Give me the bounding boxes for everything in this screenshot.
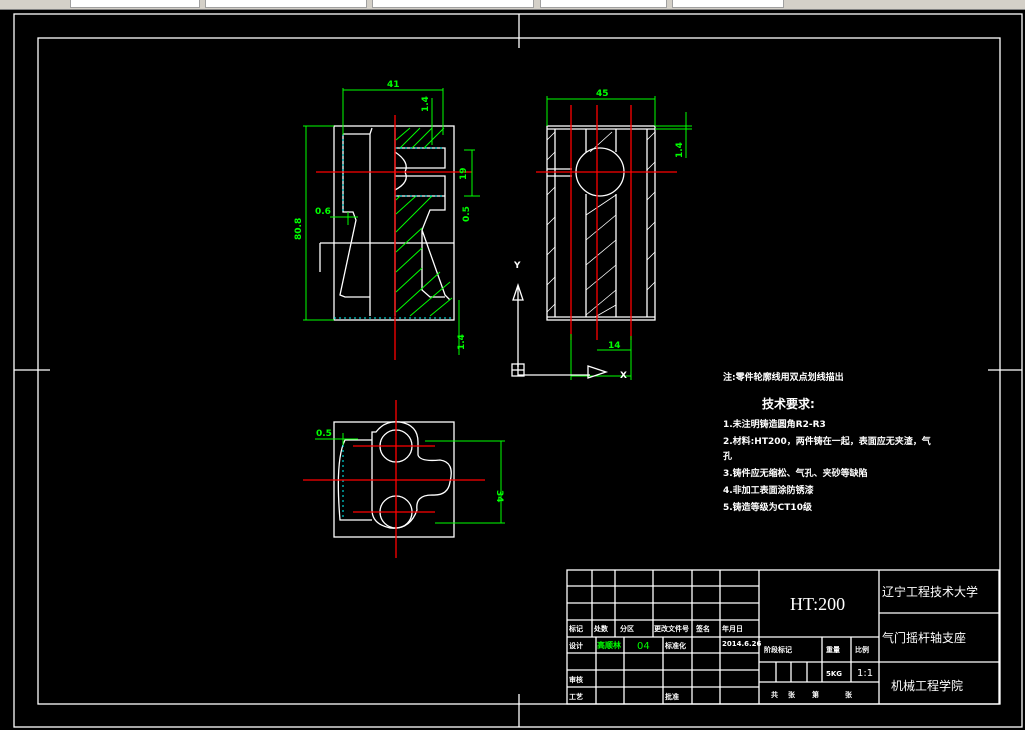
toolbar-field[interactable] xyxy=(205,0,367,8)
header-zone: 分区 xyxy=(620,624,634,633)
top-view: 0.5 34 xyxy=(303,400,505,558)
process-label: 工艺 xyxy=(569,692,583,701)
tech-item: 3.铸件应无缩松、气孔、夹砂等缺陷 xyxy=(723,467,868,479)
tech-item: 1.未注明铸造圆角R2-R3 xyxy=(723,418,826,430)
dim-side-width: 45 xyxy=(596,89,609,99)
scale-label: 比例 xyxy=(855,645,869,654)
weight-label: 重量 xyxy=(826,645,840,654)
technical-notes: 注:零件轮廓线用双点划线描出 技术要求: 1.未注明铸造圆角R2-R3 2.材料… xyxy=(723,371,931,513)
side-view: 45 1.4 14 xyxy=(536,89,692,380)
toolbar-field[interactable] xyxy=(70,0,200,8)
header-mark: 标记 xyxy=(568,624,583,633)
tech-title: 技术要求: xyxy=(762,396,815,411)
note-text: 注:零件轮廓线用双点划线描出 xyxy=(723,371,844,383)
sheets-total-label: 共 xyxy=(771,690,778,699)
sheet-number-label: 第 xyxy=(812,690,819,699)
tech-item: 孔 xyxy=(723,450,732,462)
front-view: 41 80.8 1.4 19 0.6 0.5 1.4 xyxy=(294,80,480,360)
toolbar-field[interactable] xyxy=(372,0,534,8)
dim-side-slot: 14 xyxy=(608,341,621,351)
dim-front-right: 0.5 xyxy=(462,206,472,222)
dim-front-bottom: 1.4 xyxy=(457,334,467,350)
header-change-doc: 更改文件号 xyxy=(654,624,689,633)
ucs-y-label: Y xyxy=(513,261,521,271)
date-value: 2014.6.26 xyxy=(722,640,762,648)
tech-item: 4.非加工表面涂防锈漆 xyxy=(723,484,814,496)
toolbar-field[interactable] xyxy=(540,0,667,8)
header-signature: 签名 xyxy=(695,624,710,633)
dim-front-slot: 19 xyxy=(459,167,469,180)
dim-top-left: 0.5 xyxy=(316,429,332,439)
header-date: 年月日 xyxy=(722,624,743,633)
tech-item: 5.铸造等级为CT10级 xyxy=(723,501,813,513)
standard-label: 标准化 xyxy=(664,641,686,650)
title-block: 标记 处数 分区 更改文件号 签名 年月日 设计 高顺林 04 标准化 2014… xyxy=(566,569,1000,705)
material-label: HT:200 xyxy=(790,594,845,614)
drawing-canvas[interactable]: 41 80.8 1.4 19 0.6 0.5 1.4 45 1.4 14 Y X xyxy=(0,10,1025,730)
scale-value: 1:1 xyxy=(857,668,873,679)
tech-item: 2.材料:HT200，两件铸在一起，表面应无夹渣，气 xyxy=(723,435,931,447)
ucs-icon: Y X xyxy=(511,261,627,381)
college-name: 机械工程学院 xyxy=(891,678,963,693)
dim-side-top: 1.4 xyxy=(675,142,685,158)
ucs-x-label: X xyxy=(620,371,627,381)
toolbar-field[interactable] xyxy=(672,0,784,8)
sheets-unit-label: 张 xyxy=(788,690,796,699)
designer-name: 高顺林 xyxy=(597,640,621,650)
design-label: 设计 xyxy=(569,641,583,650)
review-label: 审核 xyxy=(569,675,583,684)
approve-label: 批准 xyxy=(665,692,679,701)
dim-front-top: 1.4 xyxy=(421,96,431,112)
dim-front-width: 41 xyxy=(387,80,400,90)
dim-front-height: 80.8 xyxy=(294,218,304,240)
header-count: 处数 xyxy=(593,624,609,633)
part-name: 气门摇杆轴支座 xyxy=(882,630,966,645)
hatch-section xyxy=(395,127,453,317)
sheet-unit-label: 张 xyxy=(845,690,853,699)
dim-top-height: 34 xyxy=(494,490,504,503)
dim-front-left: 0.6 xyxy=(315,207,331,217)
school-name: 辽宁工程技术大学 xyxy=(882,584,978,599)
stage-label: 阶段标记 xyxy=(764,645,792,654)
designer-number: 04 xyxy=(637,641,650,652)
toolbar xyxy=(0,0,1025,10)
weight-value: 5KG xyxy=(826,670,842,678)
